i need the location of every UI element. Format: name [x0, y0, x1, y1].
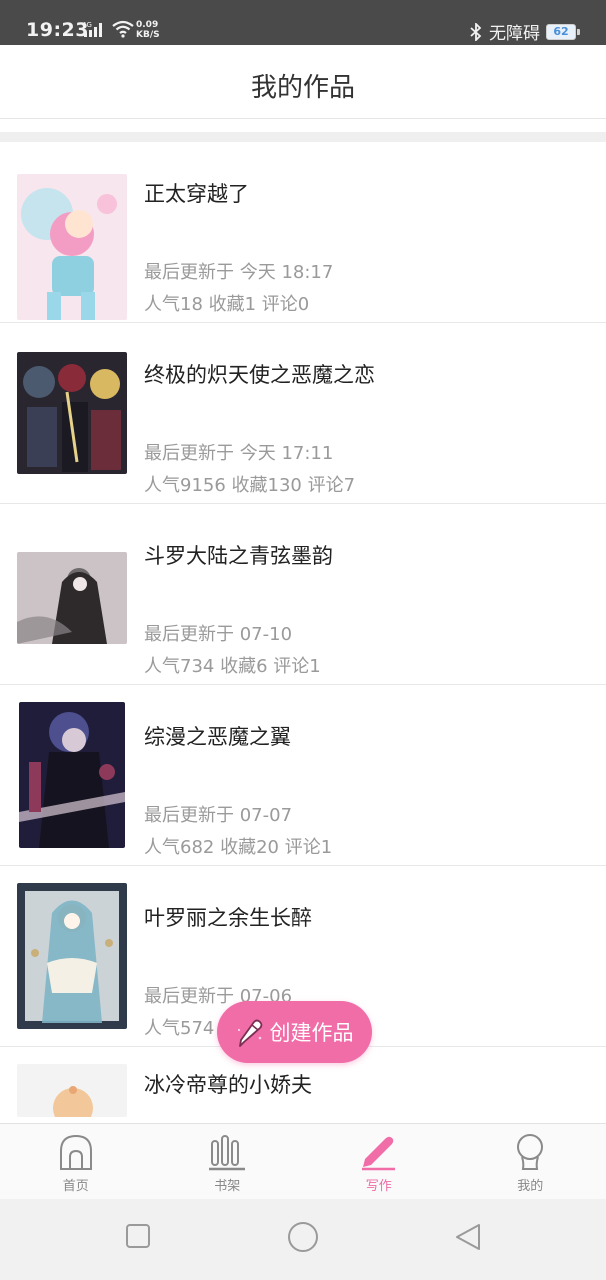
work-title: 斗罗大陆之青弦墨韵	[144, 544, 333, 568]
section-divider	[0, 132, 606, 142]
work-cover	[17, 174, 127, 320]
nav-profile[interactable]: 我的	[455, 1124, 606, 1199]
works-list: 正太穿越了 最后更新于 今天 18:17 人气18 收藏1 评论0 终极的炽天使…	[0, 142, 606, 1117]
profile-icon	[517, 1134, 544, 1170]
work-cover	[17, 1064, 127, 1117]
work-item[interactable]: 正太穿越了 最后更新于 今天 18:17 人气18 收藏1 评论0	[0, 142, 606, 323]
work-cover	[17, 352, 127, 474]
work-title: 冰冷帝尊的小娇夫	[144, 1073, 312, 1097]
work-title: 终极的炽天使之恶魔之恋	[144, 363, 375, 387]
bluetooth-icon	[470, 22, 482, 41]
work-title: 叶罗丽之余生长醉	[144, 906, 312, 930]
work-updated: 最后更新于 今天 17:11	[144, 443, 334, 464]
create-work-label: 创建作品	[269, 1021, 354, 1045]
work-stats: 人气18 收藏1 评论0	[144, 294, 310, 315]
work-updated: 最后更新于 今天 18:17	[144, 262, 334, 283]
speed-value: 0.09	[136, 20, 159, 30]
status-time: 19:23	[26, 19, 89, 41]
pen-icon	[361, 1136, 395, 1171]
bookshelf-icon	[209, 1135, 246, 1171]
nav-bookshelf-label: 书架	[214, 1179, 241, 1194]
work-item[interactable]: 终极的炽天使之恶魔之恋 最后更新于 今天 17:11 人气9156 收藏130 …	[0, 323, 606, 504]
app-header: 我的作品	[0, 45, 606, 119]
recent-apps-icon	[126, 1224, 150, 1248]
work-item[interactable]: 综漫之恶魔之翼 最后更新于 07-07 人气682 收藏20 评论1	[0, 685, 606, 866]
nav-write-label: 写作	[365, 1179, 392, 1194]
work-cover	[17, 883, 127, 1029]
recent-apps-button[interactable]	[125, 1223, 151, 1253]
work-updated: 最后更新于 07-07	[144, 805, 293, 826]
nav-write[interactable]: 写作	[303, 1124, 455, 1199]
nav-home[interactable]: 首页	[0, 1124, 152, 1199]
work-stats: 人气682 收藏20 评论1	[144, 837, 333, 858]
work-cover	[19, 702, 125, 848]
back-icon	[456, 1224, 480, 1250]
battery-icon: 62	[546, 23, 580, 40]
nav-home-label: 首页	[62, 1179, 89, 1194]
home-button[interactable]	[287, 1221, 319, 1257]
pencil-icon	[237, 1019, 262, 1047]
system-nav-bar	[0, 1199, 606, 1280]
home-circle-icon	[288, 1222, 318, 1252]
home-icon	[59, 1134, 92, 1170]
work-cover	[17, 552, 127, 644]
status-bar: 19:23 4G 0.09 KB/S 无障碍 62	[0, 0, 606, 45]
wifi-icon	[112, 20, 134, 38]
work-item[interactable]: 斗罗大陆之青弦墨韵 最后更新于 07-10 人气734 收藏6 评论1	[0, 504, 606, 685]
network-indicator: 4G	[82, 20, 134, 38]
speed-unit: KB/S	[136, 30, 160, 40]
bottom-nav: 首页 书架 写作 我的	[0, 1123, 606, 1199]
work-stats: 人气9156 收藏130 评论7	[144, 475, 356, 496]
status-right: 无障碍 62	[469, 19, 580, 44]
accessibility-label: 无障碍	[489, 24, 540, 44]
nav-bookshelf[interactable]: 书架	[152, 1124, 304, 1199]
network-speed: 0.09 KB/S	[136, 20, 160, 40]
work-updated: 最后更新于 07-10	[144, 624, 293, 645]
page-title: 我的作品	[250, 73, 355, 103]
battery-level: 62	[546, 23, 576, 40]
create-work-button[interactable]: 创建作品	[217, 1001, 372, 1063]
work-stats: 人气734 收藏6 评论1	[144, 656, 321, 677]
work-title: 综漫之恶魔之翼	[144, 725, 291, 749]
work-title: 正太穿越了	[144, 182, 249, 206]
back-button[interactable]	[454, 1222, 482, 1256]
svg-text:4G: 4G	[82, 21, 92, 29]
signal-icon: 4G	[82, 21, 102, 37]
nav-profile-label: 我的	[517, 1179, 544, 1194]
